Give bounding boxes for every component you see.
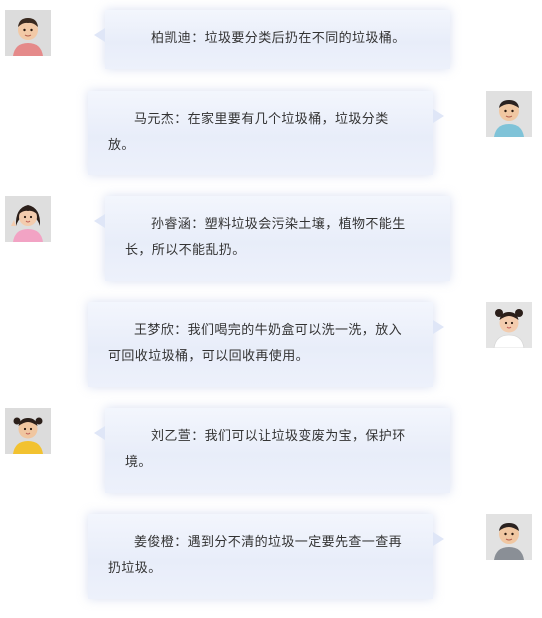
message-row: 孙睿涵：塑料垃圾会污染土壤，植物不能生长，所以不能乱扔。 (0, 186, 542, 294)
message-bubble: 王梦欣：我们喝完的牛奶盒可以洗一洗，放入可回收垃圾桶，可以回收再使用。 (88, 302, 444, 387)
child-avatar-2 (486, 91, 532, 137)
message-bubble: 马元杰：在家里要有几个垃圾桶，垃圾分类放。 (88, 91, 444, 175)
child-avatar-3 (5, 196, 51, 242)
chat-thread: 柏凯迪：垃圾要分类后扔在不同的垃圾桶。 马元杰：在家里要有几个垃圾桶，垃圾分类放… (0, 0, 542, 618)
message-text: 王梦欣：我们喝完的牛奶盒可以洗一洗，放入可回收垃圾桶，可以回收再使用。 (108, 323, 403, 364)
message-row: 姜俊橙：遇到分不清的垃圾一定要先查一查再扔垃圾。 (0, 506, 542, 618)
message-bubble: 刘乙萱：我们可以让垃圾变废为宝，保护环境。 (94, 408, 450, 493)
message-row: 王梦欣：我们喝完的牛奶盒可以洗一洗，放入可回收垃圾桶，可以回收再使用。 (0, 294, 542, 400)
child-avatar-4 (486, 302, 532, 348)
message-text: 柏凯迪：垃圾要分类后扔在不同的垃圾桶。 (151, 31, 406, 46)
child-avatar-1 (5, 10, 51, 56)
message-bubble: 柏凯迪：垃圾要分类后扔在不同的垃圾桶。 (94, 10, 450, 69)
child-avatar-5 (5, 408, 51, 454)
message-row: 柏凯迪：垃圾要分类后扔在不同的垃圾桶。 (0, 0, 542, 80)
message-text: 孙睿涵：塑料垃圾会污染土壤，植物不能生长，所以不能乱扔。 (125, 217, 406, 258)
message-bubble: 孙睿涵：塑料垃圾会污染土壤，植物不能生长，所以不能乱扔。 (94, 196, 450, 281)
message-text: 姜俊橙：遇到分不清的垃圾一定要先查一查再扔垃圾。 (108, 535, 403, 576)
message-row: 马元杰：在家里要有几个垃圾桶，垃圾分类放。 (0, 80, 542, 186)
child-avatar-6 (486, 514, 532, 560)
message-row: 刘乙萱：我们可以让垃圾变废为宝，保护环境。 (0, 400, 542, 506)
message-text: 刘乙萱：我们可以让垃圾变废为宝，保护环境。 (125, 429, 406, 470)
message-text: 马元杰：在家里要有几个垃圾桶，垃圾分类放。 (108, 112, 389, 153)
message-bubble: 姜俊橙：遇到分不清的垃圾一定要先查一查再扔垃圾。 (88, 514, 444, 599)
